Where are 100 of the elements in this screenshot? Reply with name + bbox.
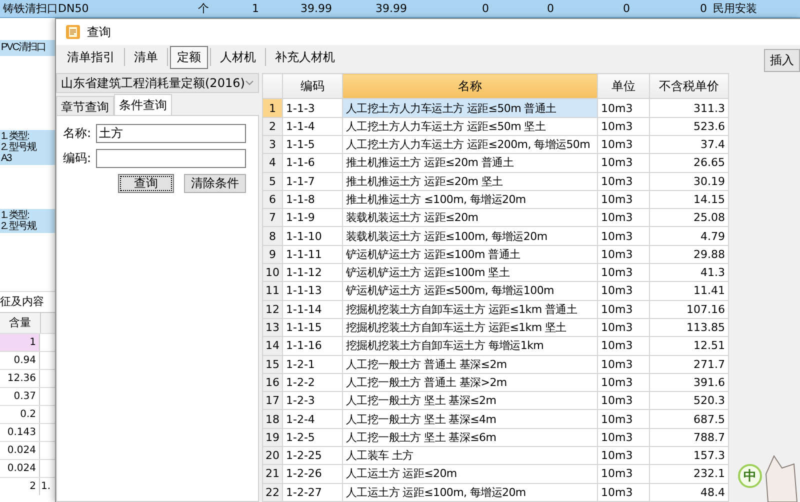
column-header[interactable]: 名称: [342, 74, 598, 99]
tab[interactable]: 定额: [170, 46, 208, 68]
table-cell: 1-1-7: [282, 172, 342, 190]
table-cell: 铲运机铲运土方 运距≤500m, 每增运100m: [342, 282, 598, 300]
table-cell: 推土机推运土方 ≤100m, 每增运20m: [342, 190, 598, 209]
row-number: 7: [262, 208, 282, 227]
table-cell: 1-1-9: [282, 208, 342, 227]
table-cell: 1-1-12: [282, 264, 342, 282]
table-cell: 1-2-27: [282, 483, 342, 502]
row-number: 18: [262, 410, 282, 428]
table-cell: 1-2-1: [282, 355, 342, 374]
table-cell-text: 1: [251, 1, 260, 17]
table-cell: 1-2-5: [282, 428, 342, 446]
table-cell: 1-1-11: [282, 245, 342, 264]
table-cell: 10m3: [598, 245, 650, 264]
table-cell: 推土机推运土方 运距≤20m 坚土: [342, 172, 598, 190]
table-cell: 0.024: [0, 460, 40, 477]
table-cell: 0.143: [0, 424, 40, 441]
table-cell: 挖掘机挖装土方自卸车运土方 每增运1km: [342, 336, 598, 356]
table-cell: 113.85: [650, 318, 728, 337]
table-cell: 10m3: [598, 98, 650, 118]
tab[interactable]: 条件查询: [114, 94, 172, 115]
table-cell: 10m3: [598, 392, 650, 410]
table-cell: 10m3: [598, 226, 650, 246]
row-number: 10: [262, 264, 282, 282]
table-cell: 0.024: [0, 442, 40, 459]
table-cell: 人工挖一般土方 坚土 基深≤6m: [342, 428, 598, 446]
row-number: 21: [262, 464, 282, 484]
tab[interactable]: 补充人材机: [268, 46, 342, 68]
name-input-field[interactable]: 土方: [96, 124, 246, 143]
table-cell: 1-1-3: [282, 98, 342, 118]
table-cell: 10m3: [598, 483, 650, 502]
table-cell: 1-2-3: [282, 392, 342, 410]
table-cell: 30.19: [650, 172, 728, 190]
table-cell-text: 0: [481, 1, 490, 17]
column-header[interactable]: 不含税单价: [650, 74, 728, 99]
tab[interactable]: 章节查询: [56, 96, 114, 115]
table-cell: 挖掘机挖装土方自卸车运土方 运距≤1km 普通土: [342, 300, 598, 318]
table-cell-text: 个: [197, 1, 210, 17]
row-number: 12: [262, 300, 282, 318]
row-number: 4: [262, 154, 282, 172]
table-cell: 1-1-8: [282, 190, 342, 209]
table-cell: 1-2-25: [282, 446, 342, 465]
table-cell: 10m3: [598, 355, 650, 374]
row-number: 22: [262, 483, 282, 502]
table-cell: 523.6: [650, 117, 728, 136]
table-cell: 0.94: [0, 352, 40, 369]
row-number: 13: [262, 318, 282, 337]
row-number: 19: [262, 428, 282, 446]
table-cell: 26.65: [650, 154, 728, 172]
table-cell: 788.7: [650, 428, 728, 446]
row-number: 6: [262, 190, 282, 209]
app-icon: [65, 24, 81, 40]
row-number: 3: [262, 135, 282, 154]
table-cell-text: 39.99: [300, 1, 333, 17]
query-button[interactable]: 查询: [118, 174, 174, 193]
table-cell-text: 民用安装: [712, 1, 758, 17]
row-number: 17: [262, 392, 282, 410]
library-dropdown[interactable]: 山东省建筑工程消耗量定额(2016): [56, 73, 259, 93]
table-cell: 1-1-14: [282, 300, 342, 318]
table-cell: 人工挖一般土方 坚土 基深≤2m: [342, 392, 598, 410]
column-header[interactable]: 编码: [282, 74, 342, 99]
dialog-title: 查询: [87, 24, 111, 40]
table-cell: 520.3: [650, 392, 728, 410]
table-cell: 10m3: [598, 190, 650, 209]
table-cell: 人工运土方 运距≤100m, 每增运20m: [342, 483, 598, 502]
table-cell: 10m3: [598, 336, 650, 356]
row-number: 2: [262, 117, 282, 136]
table-cell: 12.36: [0, 370, 40, 387]
table-cell: 人工运土方 运距≤20m: [342, 464, 598, 484]
table-cell: 人工挖土方人力车运土方 运距≤200m, 每增运50m: [342, 135, 598, 154]
table-cell: 1-2-4: [282, 410, 342, 428]
table-cell: 铲运机铲运土方 运距≤100m 坚土: [342, 264, 598, 282]
column-header[interactable]: 单位: [598, 74, 650, 99]
table-cell: 1-1-13: [282, 282, 342, 300]
table-cell: 12.51: [650, 336, 728, 356]
clear-button[interactable]: 清除条件: [184, 174, 246, 193]
table-cell: 10m3: [598, 282, 650, 300]
field-label: 名称:: [63, 125, 92, 142]
code-input-field[interactable]: [96, 149, 246, 168]
table-cell: 1-1-4: [282, 117, 342, 136]
table-cell-text: 0: [546, 1, 555, 17]
table-cell: 1-2-26: [282, 464, 342, 484]
row-number: 15: [262, 355, 282, 374]
table-cell: 41.3: [650, 264, 728, 282]
table-cell-text: 39.99: [374, 1, 408, 17]
tab[interactable]: 人材机: [213, 46, 263, 68]
table-cell: 10m3: [598, 446, 650, 465]
table-cell: 232.1: [650, 464, 728, 484]
table-cell: 人工挖一般土方 普通土 基深≤2m: [342, 355, 598, 374]
tab[interactable]: 清单: [127, 46, 165, 68]
tab[interactable]: 清单指引: [60, 46, 122, 68]
table-cell: 157.3: [650, 446, 728, 465]
table-cell-text: 0: [622, 1, 631, 17]
table-cell: 10m3: [598, 428, 650, 446]
insert-button[interactable]: 插入: [764, 48, 800, 72]
row-number: 11: [262, 282, 282, 300]
table-cell: 1-1-10: [282, 226, 342, 246]
table-cell: 人工挖一般土方 普通土 基深>2m: [342, 373, 598, 392]
table-cell: 10m3: [598, 410, 650, 428]
